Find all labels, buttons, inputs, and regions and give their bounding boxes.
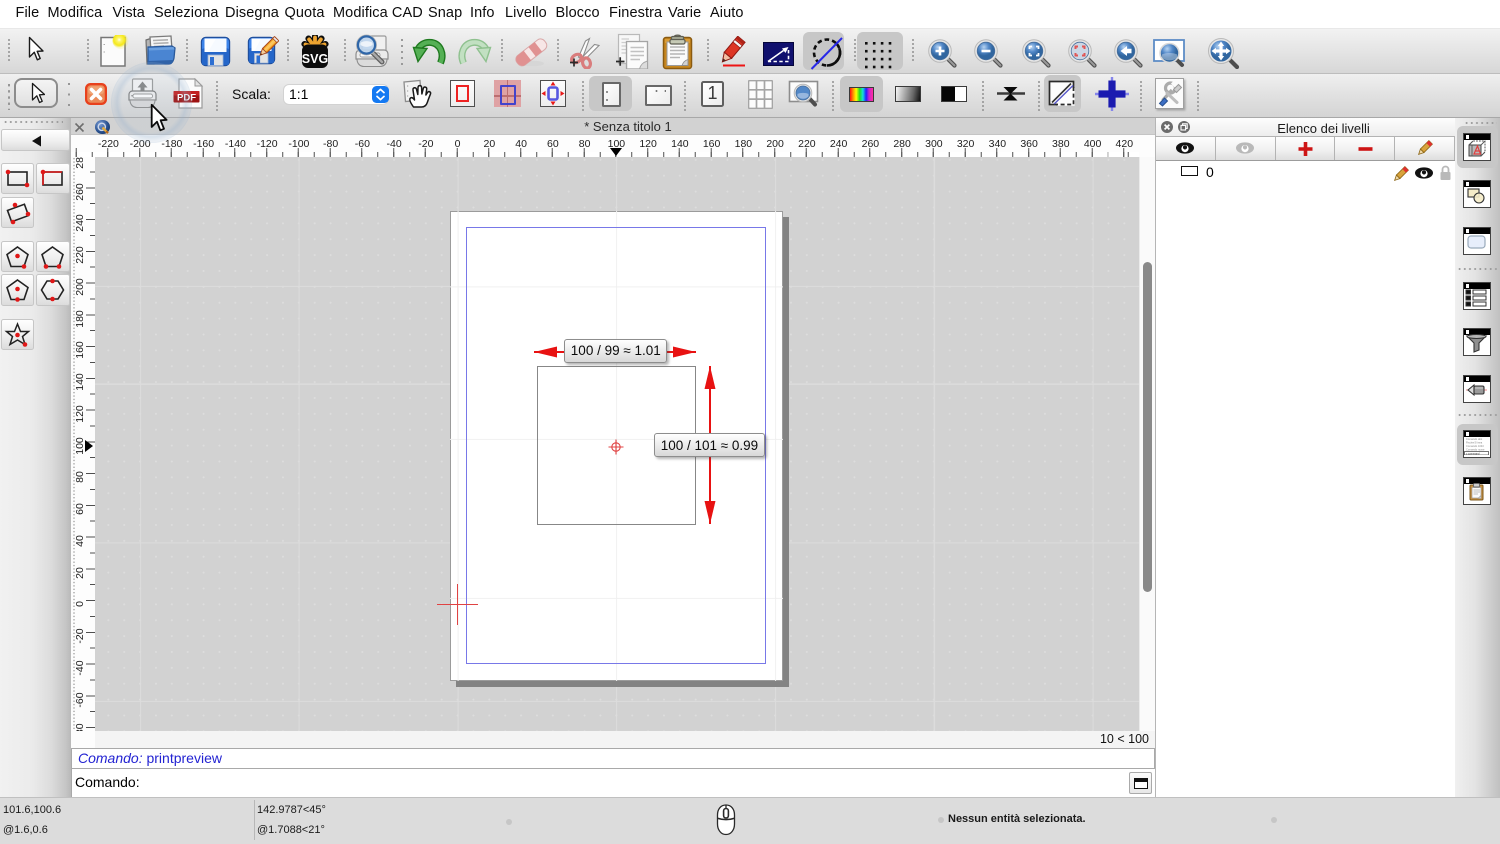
svg-text:SVG: SVG — [302, 52, 328, 66]
svg-text:c command: c command — [1466, 451, 1480, 455]
svg-text:Comando abc: Comando abc — [1466, 437, 1483, 441]
svg-text:Comando 1043: Comando 1043 — [1466, 444, 1484, 448]
svg-text:PDF: PDF — [177, 92, 196, 103]
svg-text:Comando nume: Comando nume — [1466, 448, 1485, 452]
svg-text:Fischer3 linea: Fischer3 linea — [1466, 441, 1483, 445]
